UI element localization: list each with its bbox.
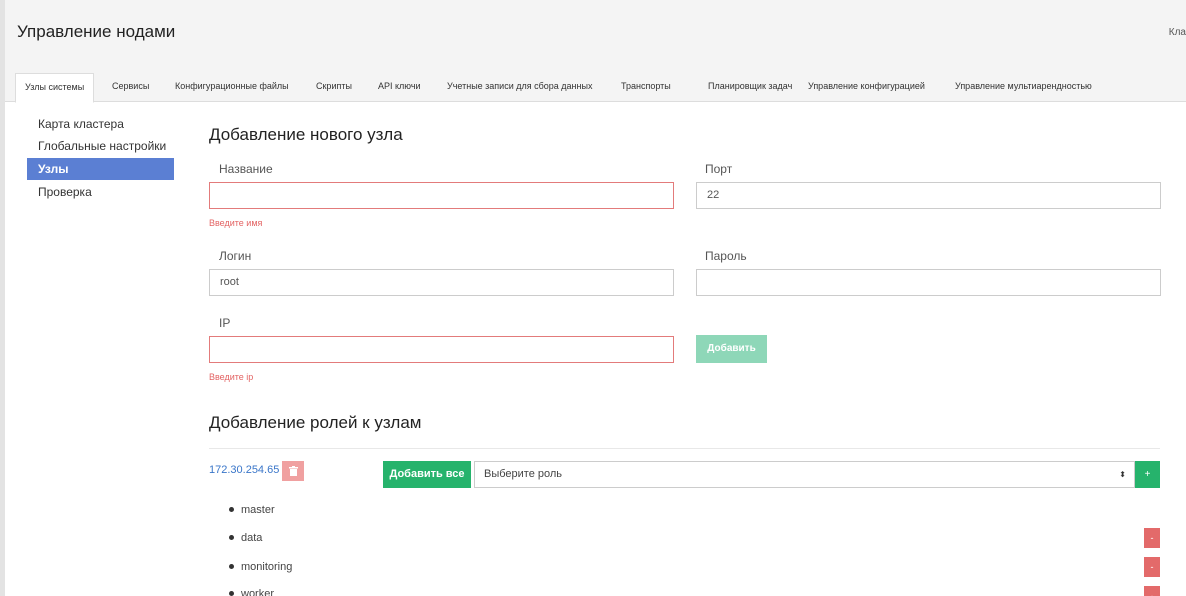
- tab-scheduler[interactable]: Планировщик задач: [708, 73, 792, 103]
- tab-transports[interactable]: Транспорты: [621, 73, 671, 103]
- role-item-data: data: [229, 532, 262, 544]
- add-role-button[interactable]: +: [1135, 461, 1160, 488]
- node-ip-link[interactable]: 172.30.254.65: [209, 464, 279, 476]
- sidebar-item-cluster-map[interactable]: Карта кластера: [27, 113, 174, 135]
- sidebar-item-global-settings[interactable]: Глобальные настройки: [27, 135, 174, 157]
- bullet-icon: [229, 534, 234, 540]
- add-node-button[interactable]: Добавить: [696, 335, 767, 363]
- add-all-roles-button[interactable]: Добавить все: [383, 461, 471, 488]
- user-menu[interactable]: Кла: [1169, 27, 1186, 38]
- role-name: worker: [241, 588, 275, 596]
- tab-multitenancy[interactable]: Управление мультиарендностью: [955, 73, 1092, 103]
- bullet-icon: [229, 506, 234, 512]
- tab-system-nodes[interactable]: Узлы системы: [15, 73, 95, 103]
- trash-icon: [288, 466, 298, 476]
- role-item-worker: worker: [229, 588, 274, 596]
- page-title: Управление нодами: [17, 22, 176, 41]
- role-name: monitoring: [241, 561, 293, 573]
- page-header: Управление нодами Кла: [5, 0, 1186, 62]
- login-input[interactable]: root: [209, 269, 674, 296]
- role-item-master: master: [229, 504, 275, 516]
- tabs-bar: Узлы системы Сервисы Конфигурационные фа…: [5, 62, 1186, 103]
- bullet-icon: [229, 563, 234, 569]
- tab-services[interactable]: Сервисы: [112, 73, 149, 103]
- delete-node-button[interactable]: [282, 461, 304, 481]
- password-label: Пароль: [705, 249, 747, 263]
- section-divider: [209, 448, 1160, 449]
- port-input[interactable]: 22: [696, 182, 1161, 209]
- sidebar-item-nodes[interactable]: Узлы: [27, 158, 174, 180]
- ip-error: Введите ip: [209, 372, 254, 382]
- sort-arrows-icon: ⬍: [1119, 470, 1126, 479]
- add-node-title: Добавление нового узла: [209, 125, 403, 144]
- name-input[interactable]: [209, 182, 674, 209]
- role-select-value: Выберите роль: [484, 468, 563, 480]
- add-roles-title: Добавление ролей к узлам: [209, 413, 422, 432]
- ip-input[interactable]: [209, 336, 674, 363]
- login-label: Логин: [219, 249, 252, 263]
- ip-label: IP: [219, 316, 231, 330]
- tab-api-keys[interactable]: API ключи: [378, 73, 421, 103]
- password-input[interactable]: [696, 269, 1161, 296]
- sidebar-item-check[interactable]: Проверка: [27, 181, 174, 203]
- port-label: Порт: [705, 162, 733, 176]
- role-name: master: [241, 504, 275, 516]
- name-error: Введите имя: [209, 218, 263, 228]
- tab-config-management[interactable]: Управление конфигурацией: [808, 73, 925, 103]
- name-label: Название: [219, 162, 273, 176]
- bullet-icon: [229, 590, 234, 596]
- role-item-monitoring: monitoring: [229, 561, 292, 573]
- remove-role-data-button[interactable]: -: [1144, 528, 1160, 548]
- remove-role-monitoring-button[interactable]: -: [1144, 557, 1160, 577]
- tab-scripts[interactable]: Скрипты: [316, 73, 352, 103]
- remove-role-worker-button[interactable]: -: [1144, 586, 1160, 596]
- role-select[interactable]: Выберите роль ⬍: [474, 461, 1135, 488]
- tab-config-files[interactable]: Конфигурационные файлы: [175, 73, 289, 103]
- role-name: data: [241, 532, 263, 544]
- tab-accounts[interactable]: Учетные записи для сбора данных: [447, 73, 592, 103]
